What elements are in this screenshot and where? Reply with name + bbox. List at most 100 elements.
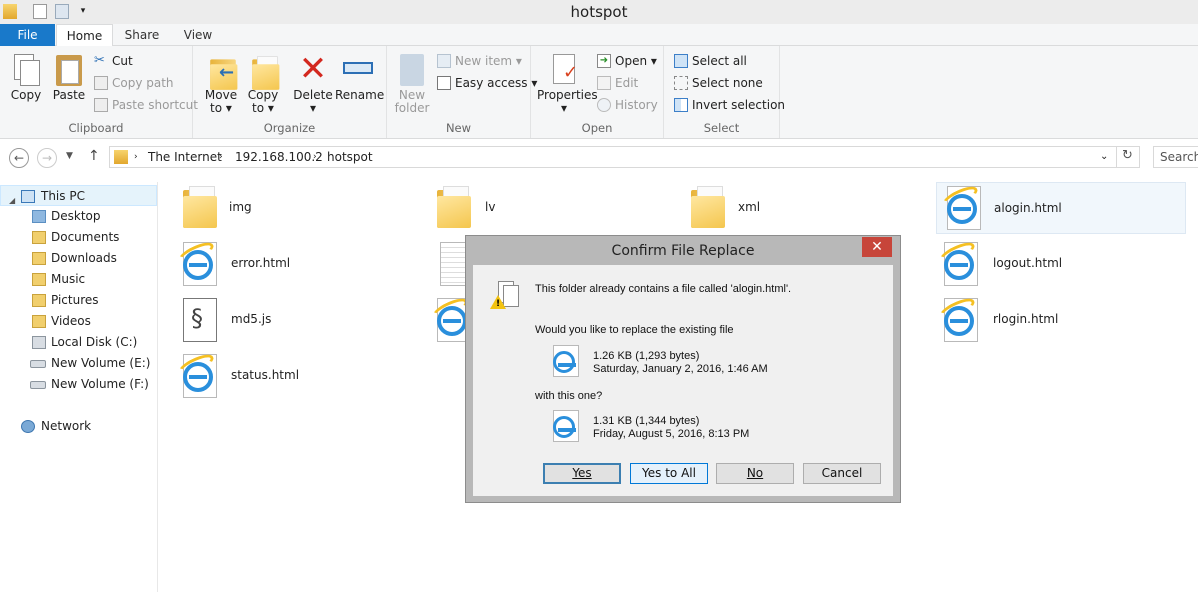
paste-shortcut-button[interactable]: Paste shortcut: [92, 96, 198, 114]
new-folder-button[interactable]: New folder: [393, 52, 431, 115]
breadcrumb-the-internet[interactable]: The Internet: [148, 150, 222, 164]
select-all-button[interactable]: Select all: [672, 52, 747, 70]
invert-selection-icon: [674, 98, 688, 112]
new-item-label: New item: [455, 54, 513, 68]
recent-locations-button[interactable]: ▼: [66, 151, 73, 161]
breadcrumb-ip[interactable]: 192.168.100.2: [235, 150, 323, 164]
paste-shortcut-icon: [94, 98, 108, 112]
easy-access-icon: [437, 76, 451, 90]
nav-item-local-disk[interactable]: Local Disk (C:): [0, 332, 157, 353]
network-icon: [21, 420, 35, 433]
html-file-icon: [936, 294, 980, 342]
nav-item-downloads[interactable]: Downloads: [0, 248, 157, 269]
file-name: logout.html: [993, 256, 1063, 270]
paste-button[interactable]: Paste: [50, 52, 88, 102]
open-group: ✓ Properties ▾ ➜ Open ▾ Edit History Open: [531, 46, 664, 138]
address-bar-row: ← → ▼ ↑ › The Internet › 192.168.100.2 ›…: [0, 140, 1198, 174]
file-item-md5[interactable]: § md5.js: [179, 296, 379, 344]
window-title: hotspot: [570, 3, 628, 21]
confirm-file-replace-dialog: Confirm File Replace ✕ ! This folder alr…: [465, 235, 901, 503]
html-file-icon: [939, 182, 983, 230]
drive-icon: [32, 336, 46, 349]
drive-icon: [30, 381, 46, 389]
cancel-button[interactable]: Cancel: [803, 463, 881, 484]
nav-label: Local Disk (C:): [51, 335, 138, 349]
breadcrumb-hotspot[interactable]: hotspot: [327, 150, 373, 164]
copy-label: Copy: [10, 88, 42, 102]
drive-icon: [30, 360, 46, 368]
move-to-button[interactable]: ← Move to ▾: [201, 52, 241, 115]
select-group: Select all Select none Invert selection …: [664, 46, 785, 138]
nav-item-volume-e[interactable]: New Volume (E:): [0, 353, 157, 374]
easy-access-button[interactable]: Easy access ▾: [435, 74, 537, 92]
chevron-right-icon: ›: [219, 152, 223, 162]
tab-home[interactable]: Home: [56, 24, 113, 47]
open-button[interactable]: ➜ Open ▾: [595, 52, 657, 70]
new-file-date: Friday, August 5, 2016, 8:13 PM: [593, 428, 750, 440]
file-item-alogin[interactable]: alogin.html: [936, 182, 1186, 234]
history-icon: [597, 98, 611, 112]
html-file-icon: [175, 238, 219, 286]
properties-button[interactable]: ✓ Properties ▾: [537, 52, 598, 115]
dialog-close-button[interactable]: ✕: [862, 237, 892, 257]
refresh-icon[interactable]: ↻: [1122, 148, 1133, 163]
select-none-icon: [674, 76, 688, 90]
delete-button[interactable]: ✕ Delete ▾: [293, 52, 333, 115]
address-input[interactable]: › The Internet › 192.168.100.2 › hotspot…: [109, 146, 1140, 168]
forward-button[interactable]: →: [37, 148, 57, 168]
nav-label: Music: [51, 272, 86, 286]
copy-path-button[interactable]: Copy path: [92, 74, 174, 92]
nav-item-this-pc[interactable]: ◢ This PC: [0, 185, 157, 206]
yes-to-all-button[interactable]: Yes to All: [630, 463, 708, 484]
nav-item-network[interactable]: Network: [0, 416, 157, 437]
back-button[interactable]: ←: [9, 148, 29, 168]
nav-label: Documents: [51, 230, 120, 244]
address-dropdown-icon[interactable]: ⌄: [1100, 151, 1108, 162]
new-folder-label-2: folder: [394, 101, 430, 115]
file-item-status[interactable]: status.html: [175, 350, 379, 400]
copy-to-label-2: to: [252, 101, 265, 115]
folder-icon: [687, 186, 727, 230]
history-button[interactable]: History: [595, 96, 658, 114]
file-name: img: [229, 200, 252, 214]
copy-icon: [10, 52, 42, 86]
nav-item-documents[interactable]: Documents: [0, 227, 157, 248]
search-input[interactable]: Search: [1153, 146, 1198, 168]
select-all-icon: [674, 54, 688, 68]
nav-item-volume-f[interactable]: New Volume (F:): [0, 374, 157, 395]
copy-to-label: Copy: [247, 88, 279, 102]
no-button[interactable]: No: [716, 463, 794, 484]
move-to-icon: ←: [205, 52, 238, 90]
copy-button[interactable]: Copy: [6, 52, 46, 102]
title-bar: ▾ hotspot: [0, 0, 1198, 24]
yes-button[interactable]: Yes: [543, 463, 621, 484]
file-item-img[interactable]: img: [179, 184, 379, 232]
file-item-rlogin[interactable]: rlogin.html: [936, 294, 1140, 344]
properties-icon: ✓: [548, 52, 580, 86]
nav-item-pictures[interactable]: Pictures: [0, 290, 157, 311]
nav-label: New Volume (F:): [51, 377, 149, 391]
select-none-button[interactable]: Select none: [672, 74, 763, 92]
rename-button[interactable]: Rename: [335, 52, 384, 102]
rename-icon: [342, 52, 374, 86]
file-item-xml[interactable]: xml: [687, 184, 887, 232]
paste-label: Paste: [52, 88, 86, 102]
new-item-button[interactable]: New item ▾: [435, 52, 522, 70]
invert-selection-button[interactable]: Invert selection: [672, 96, 785, 114]
nav-item-desktop[interactable]: Desktop: [0, 206, 157, 227]
up-button[interactable]: ↑: [88, 148, 100, 164]
arrow-left-icon: ←: [13, 151, 25, 165]
file-item-error[interactable]: error.html: [175, 238, 379, 288]
nav-item-music[interactable]: Music: [0, 269, 157, 290]
tab-share[interactable]: Share: [118, 24, 166, 46]
new-label: New: [445, 121, 472, 135]
file-item-lv[interactable]: lv: [433, 184, 633, 232]
no-label: No: [746, 466, 764, 480]
copy-to-button[interactable]: Copy to ▾: [243, 52, 283, 115]
edit-button[interactable]: Edit: [595, 74, 638, 92]
tab-view[interactable]: View: [175, 24, 221, 46]
nav-item-videos[interactable]: Videos: [0, 311, 157, 332]
new-folder-icon: [396, 52, 428, 86]
file-item-logout[interactable]: logout.html: [936, 238, 1140, 288]
cut-button[interactable]: ✂ Cut: [92, 52, 133, 70]
